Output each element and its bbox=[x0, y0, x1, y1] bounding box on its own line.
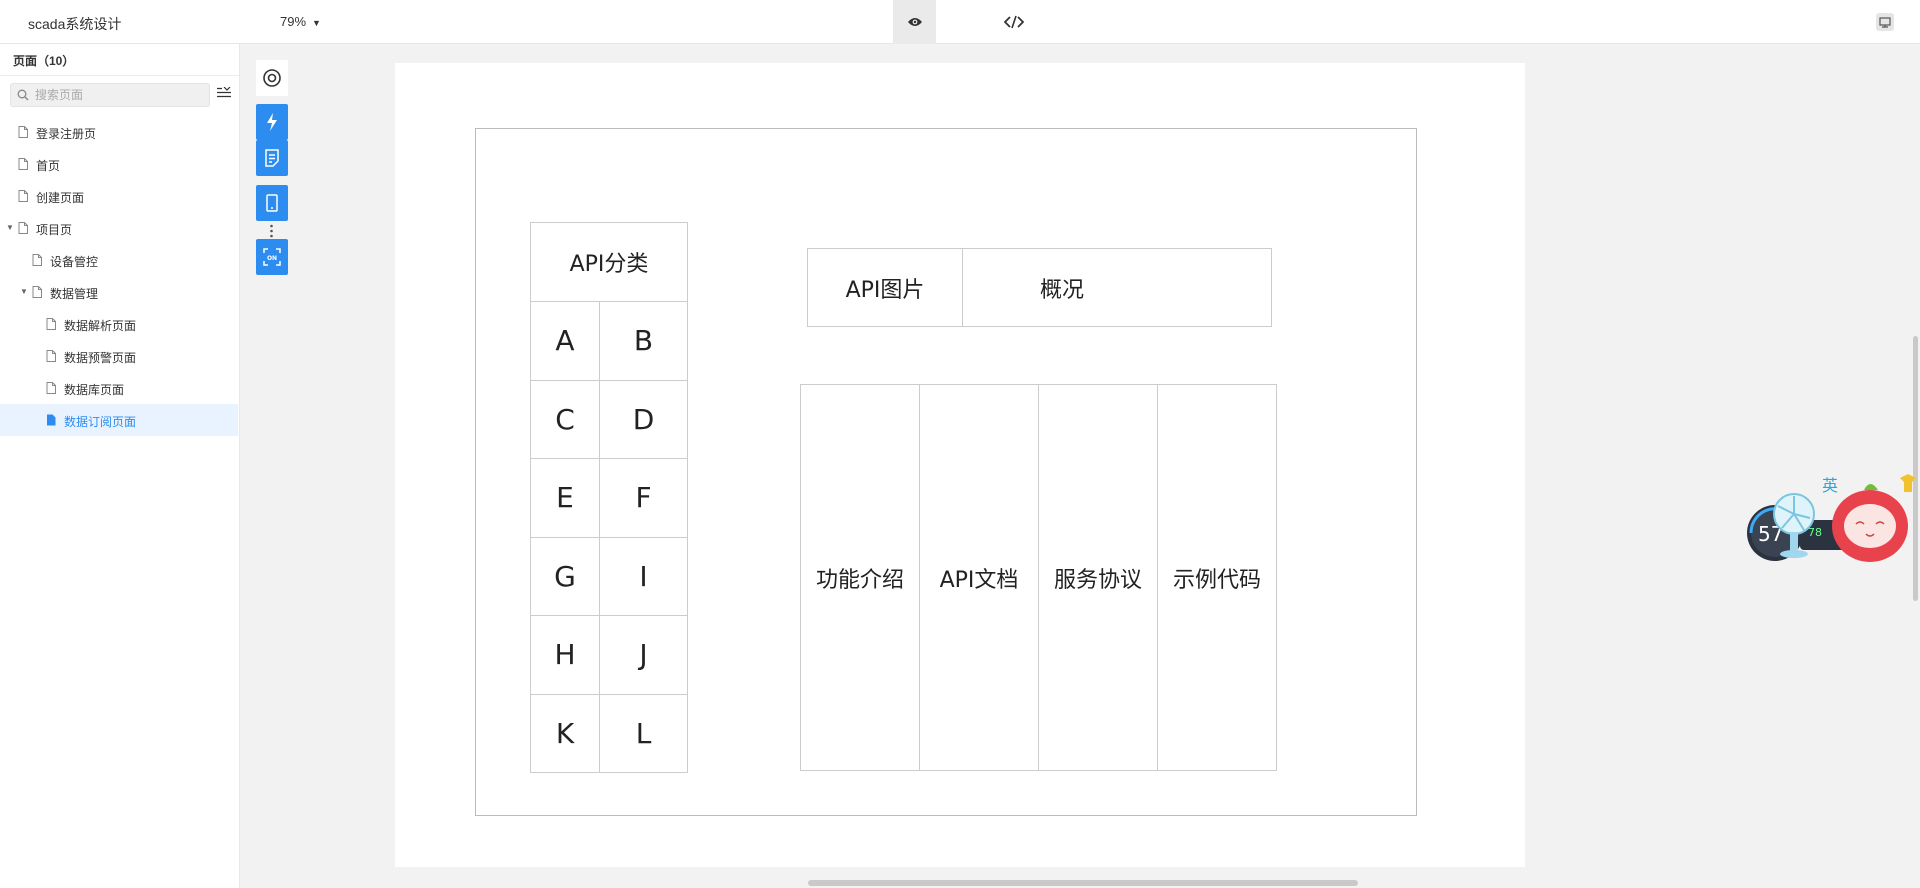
page-tree-item[interactable]: ▼ 数据管理 bbox=[0, 276, 238, 308]
page-icon bbox=[46, 414, 56, 429]
target-icon bbox=[263, 69, 281, 87]
api-category-letter[interactable]: K bbox=[530, 693, 600, 773]
lightning-icon bbox=[267, 113, 277, 131]
zoom-select[interactable]: 79% ▼ bbox=[280, 14, 321, 29]
json-tool[interactable]: ON bbox=[256, 239, 288, 275]
api-category-letter[interactable]: E bbox=[530, 458, 600, 538]
page-icon bbox=[46, 318, 56, 333]
target-tool[interactable] bbox=[256, 60, 288, 96]
page-tree-item[interactable]: 数据库页面 bbox=[0, 372, 238, 404]
page-tree-label: 创建页面 bbox=[36, 191, 85, 205]
mobile-icon bbox=[266, 194, 278, 212]
top-bar: scada系统设计 79% ▼ bbox=[0, 0, 1920, 44]
api-category-letter[interactable]: G bbox=[530, 536, 600, 616]
page-tree-label: 数据订阅页面 bbox=[64, 415, 137, 429]
zoom-value: 79% bbox=[280, 14, 307, 29]
divider bbox=[0, 75, 240, 76]
svg-text:英: 英 bbox=[1822, 476, 1838, 495]
page-tree-item[interactable]: ▼ 项目页 bbox=[0, 212, 238, 244]
page-tree-label: 数据管理 bbox=[50, 287, 99, 301]
code-icon bbox=[1004, 15, 1024, 29]
page-tree-item[interactable]: 数据预警页面 bbox=[0, 340, 238, 372]
device-tool[interactable] bbox=[256, 185, 288, 221]
page-tree-item[interactable]: 首页 bbox=[0, 148, 238, 180]
horizontal-scrollbar[interactable] bbox=[808, 880, 1358, 886]
code-mode-button[interactable] bbox=[998, 0, 1030, 44]
svg-text:ON: ON bbox=[267, 255, 277, 262]
page-icon bbox=[46, 382, 56, 397]
api-category-letter[interactable]: H bbox=[530, 615, 600, 695]
page-tree-item[interactable]: 数据订阅页面 bbox=[0, 404, 238, 436]
api-category-letter[interactable]: L bbox=[599, 693, 688, 773]
api-category-letter[interactable]: C bbox=[530, 379, 600, 459]
page-search bbox=[10, 83, 210, 107]
overview-cell[interactable]: 概况 bbox=[962, 248, 1272, 327]
api-category-letter[interactable]: D bbox=[599, 379, 688, 459]
monitor-icon bbox=[1879, 16, 1891, 28]
page-icon bbox=[18, 126, 28, 141]
caret-down-icon: ▼ bbox=[312, 18, 321, 28]
page-tree-label: 项目页 bbox=[36, 223, 73, 237]
notes-tool[interactable] bbox=[256, 140, 288, 176]
app-title: scada系统设计 bbox=[28, 16, 122, 32]
page-tree-label: 数据库页面 bbox=[64, 383, 125, 397]
page-tree-item[interactable]: 数据解析页面 bbox=[0, 308, 238, 340]
api-detail-column[interactable]: 服务协议 bbox=[1038, 384, 1158, 771]
page-tree-item[interactable]: 登录注册页 bbox=[0, 116, 238, 148]
page-icon bbox=[46, 350, 56, 365]
eye-icon bbox=[907, 18, 922, 26]
interaction-tool[interactable] bbox=[256, 104, 288, 140]
page-icon bbox=[18, 222, 28, 237]
search-input[interactable] bbox=[35, 87, 205, 103]
page-frame[interactable]: API分类 ABCDEFGIHJKL API图片 概况 功能介绍 API文档 服务协… bbox=[475, 128, 1417, 816]
page-tree-item[interactable]: 创建页面 bbox=[0, 180, 238, 212]
present-screen-button[interactable] bbox=[1876, 13, 1894, 31]
svg-text:78: 78 bbox=[1808, 526, 1822, 539]
list-filter-icon[interactable] bbox=[217, 86, 231, 104]
api-detail-column[interactable]: 功能介绍 bbox=[800, 384, 920, 771]
api-category-letter[interactable]: J bbox=[599, 615, 688, 695]
page-icon bbox=[32, 254, 42, 269]
api-category-letter[interactable]: F bbox=[599, 458, 688, 538]
expand-arrow-icon[interactable]: ▼ bbox=[6, 223, 14, 232]
api-detail-column[interactable]: API文档 bbox=[919, 384, 1039, 771]
page-tree: 登录注册页首页创建页面 ▼ 项目页设备管控 ▼ 数据管理数据解析页面 数据预警页面 数据库页… bbox=[0, 116, 238, 436]
api-category-letter[interactable]: I bbox=[599, 536, 688, 616]
page-tree-label: 首页 bbox=[36, 159, 61, 173]
more-dots-icon[interactable] bbox=[270, 224, 273, 238]
page-icon bbox=[18, 190, 28, 205]
api-category-letter[interactable]: B bbox=[599, 301, 688, 381]
api-detail-column[interactable]: 示例代码 bbox=[1157, 384, 1277, 771]
expand-arrow-icon[interactable]: ▼ bbox=[20, 287, 28, 296]
design-canvas: API分类 ABCDEFGIHJKL API图片 概况 功能介绍 API文档 服务协… bbox=[395, 63, 1525, 867]
page-tree-label: 数据预警页面 bbox=[64, 351, 137, 365]
page-icon bbox=[18, 158, 28, 173]
pages-count-header: 页面（10） bbox=[13, 54, 75, 68]
page-tree-label: 登录注册页 bbox=[36, 127, 97, 141]
page-tree-label: 数据解析页面 bbox=[64, 319, 137, 333]
page-tree-item[interactable]: 设备管控 bbox=[0, 244, 238, 276]
api-image-cell[interactable]: API图片 bbox=[807, 248, 963, 327]
note-icon bbox=[265, 149, 279, 167]
api-category-header[interactable]: API分类 bbox=[530, 222, 688, 302]
search-icon bbox=[17, 89, 29, 101]
json-icon: ON bbox=[263, 248, 281, 266]
page-tree-label: 设备管控 bbox=[50, 255, 99, 269]
preview-mode-button[interactable] bbox=[893, 0, 936, 44]
page-sidebar: 页面（10） 登录注册页首页创建页面 ▼ 项目页设备管控 ▼ 数据管理数据解析页面数据预… bbox=[0, 44, 240, 888]
page-icon bbox=[32, 286, 42, 301]
desktop-pet-widget[interactable]: 57 78 英 bbox=[1740, 468, 1920, 568]
api-category-letter[interactable]: A bbox=[530, 301, 600, 381]
